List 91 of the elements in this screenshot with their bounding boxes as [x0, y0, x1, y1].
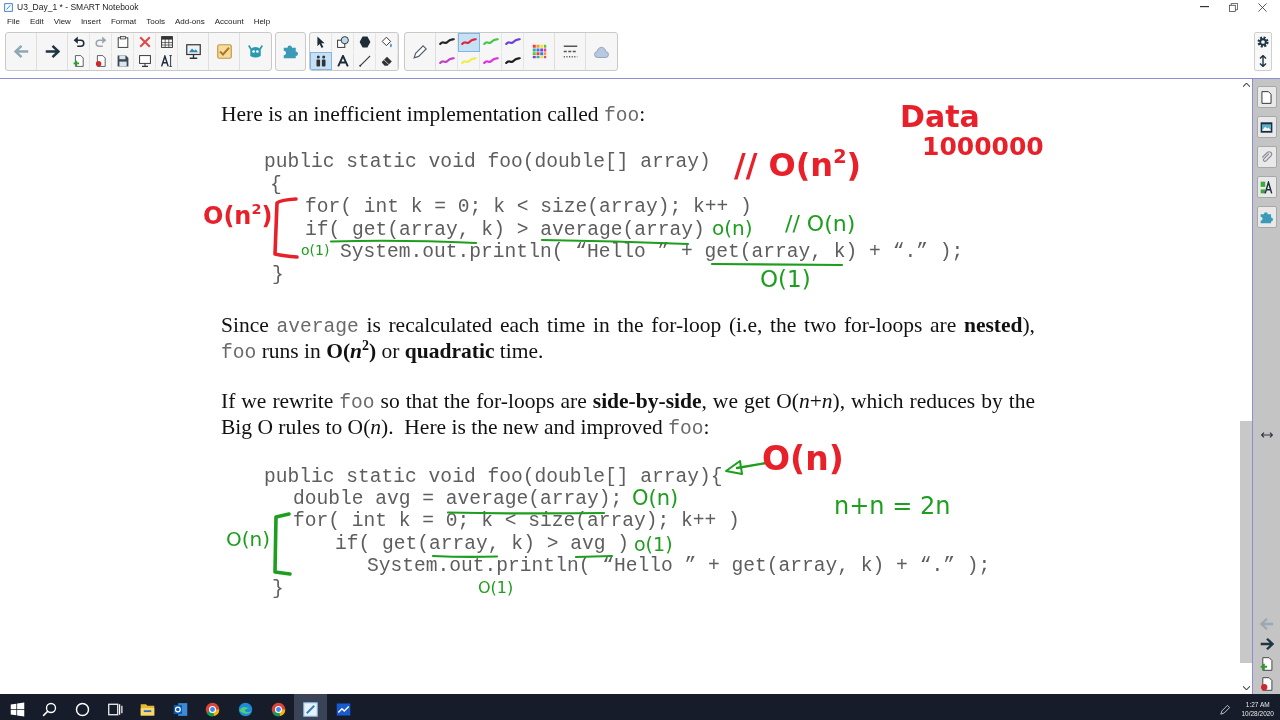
menu-item[interactable]: Insert — [80, 16, 101, 26]
search-icon[interactable] — [42, 701, 58, 717]
line-style-icon[interactable] — [562, 44, 578, 59]
code-line: { — [270, 173, 282, 197]
hexagon-icon[interactable] — [359, 36, 371, 49]
task-view-icon[interactable] — [107, 701, 123, 717]
code-line: for( int k = 0; k < size(array); k++ ) — [305, 196, 752, 219]
settings-icon[interactable] — [1257, 36, 1269, 49]
pen-stroke-icon[interactable] — [505, 56, 521, 64]
people-icon[interactable] — [315, 54, 327, 67]
presentation-screen-icon[interactable] — [185, 44, 201, 59]
body-paragraph: Since average is recalculated each time in the for-loop (i.e, the two for-loops are nested), foo runs in O(n$^{2}$) or quadratic time. — [221, 311, 1035, 364]
delete-page-icon[interactable] — [1259, 677, 1274, 691]
menu-item[interactable]: Help — [253, 16, 271, 26]
monster-icon[interactable] — [248, 44, 263, 59]
minimize-icon[interactable] — [1200, 6, 1209, 8]
text-tool-icon[interactable] — [337, 54, 349, 67]
handwritten-note: Data — [900, 102, 980, 132]
folder-icon[interactable] — [140, 701, 156, 717]
color-grid-icon[interactable] — [531, 44, 547, 59]
delete-icon[interactable] — [139, 36, 151, 49]
mail-app-icon[interactable] — [172, 701, 188, 717]
undo-icon[interactable] — [73, 36, 85, 49]
notebook-app-icon[interactable] — [303, 701, 319, 717]
menu-item[interactable]: View — [53, 16, 71, 26]
handwritten-note: 1000000 — [922, 134, 1044, 159]
code-line: double avg = average(array); — [293, 487, 623, 511]
circle-logo-icon[interactable] — [205, 701, 221, 717]
body-paragraph: If we rewrite foo so that the for-loops are side-by-side, we get O(n+n), which reduces by the Big O rules to O(n). Here is the new and improved foo: — [221, 387, 1035, 440]
letter-cursor-icon[interactable] — [161, 54, 173, 67]
restore-icon[interactable] — [1229, 2, 1238, 12]
code-line: public static void foo(double[] array){ — [264, 465, 723, 488]
code-line: } — [272, 577, 284, 600]
menu-item[interactable]: File — [7, 16, 20, 26]
handwritten-note: // O(n) — [785, 213, 856, 235]
code-line: System.out.println( “Hello ” + get(array, k) + “.” ); — [367, 555, 991, 578]
intro-text: Here is an inefficient implementation called foo: — [221, 101, 646, 127]
handwritten-note: O(n$^{2}$) — [203, 204, 273, 228]
table-icon[interactable] — [161, 36, 173, 49]
eraser-icon[interactable] — [381, 54, 393, 67]
line-tool-icon[interactable] — [359, 54, 371, 67]
circle-logo-icon[interactable] — [270, 701, 286, 717]
menu-item[interactable]: Tools — [146, 16, 165, 26]
code-line: if( get(array, k) > average(array) — [305, 218, 705, 242]
handwritten-note: // O(n$^{2}$) — [734, 149, 862, 181]
checklist-icon[interactable] — [216, 44, 232, 59]
handwritten-note: O(n) — [226, 529, 271, 549]
circle-icon[interactable] — [75, 701, 90, 717]
forward-arrow-icon[interactable] — [1259, 637, 1274, 651]
four-panes-icon[interactable] — [9, 701, 25, 717]
handwritten-note: o(1) — [634, 535, 673, 554]
handwritten-note: O(n) — [632, 488, 679, 509]
down-caret-icon[interactable] — [1242, 686, 1250, 690]
code-line: if( get(array, k) > avg ) — [335, 532, 629, 556]
code-line: for( int k = 0; k < size(array); k++ ) — [293, 510, 740, 533]
shapes-icon[interactable] — [337, 36, 349, 49]
handwritten-note: O(n) — [762, 442, 844, 475]
add-page-icon[interactable] — [73, 54, 85, 67]
forward-arrow-icon[interactable] — [44, 44, 60, 59]
menu-item[interactable]: Format — [110, 16, 137, 26]
cursor-arrow-icon[interactable] — [315, 36, 327, 49]
menu-item[interactable]: Edit — [29, 16, 44, 26]
handwritten-note: O(1) — [478, 580, 514, 596]
puzzle-icon[interactable] — [283, 44, 298, 59]
chart-app-icon[interactable] — [335, 701, 351, 717]
pen-stroke-icon[interactable] — [439, 38, 455, 46]
menu-item[interactable]: Account — [214, 16, 244, 26]
handwritten-note: o(1) — [301, 243, 330, 257]
handwritten-note: n+n = 2n — [834, 494, 951, 518]
code-line: public static void foo(double[] array) — [264, 151, 711, 174]
scrollbar-thumb[interactable] — [1240, 421, 1252, 663]
add-page-icon[interactable] — [1259, 657, 1274, 671]
code-line: } — [272, 263, 284, 287]
up-down-arrows-icon[interactable] — [1257, 54, 1269, 67]
save-icon[interactable] — [117, 54, 129, 67]
pen-color-button[interactable] — [458, 33, 480, 52]
handwritten-note: O(1) — [760, 268, 811, 291]
paint-bucket-icon[interactable] — [381, 36, 393, 49]
taskbar-app-button[interactable] — [294, 694, 327, 720]
tool-button[interactable] — [310, 51, 332, 70]
window-title: U3_Day_1 * - SMART Notebook — [17, 2, 140, 12]
up-caret-icon[interactable] — [1242, 83, 1250, 87]
menu-item[interactable]: Add-ons — [174, 16, 205, 26]
monitor-icon[interactable] — [139, 54, 151, 67]
pen-icon[interactable] — [412, 44, 428, 59]
double-arrow-icon[interactable] — [1260, 432, 1273, 438]
close-icon[interactable] — [1258, 2, 1267, 12]
handwritten-note: o(n) — [712, 218, 753, 238]
clipboard-icon[interactable] — [117, 36, 129, 49]
delete-page-icon[interactable] — [95, 54, 107, 67]
swirl-logo-icon[interactable] — [237, 701, 253, 717]
